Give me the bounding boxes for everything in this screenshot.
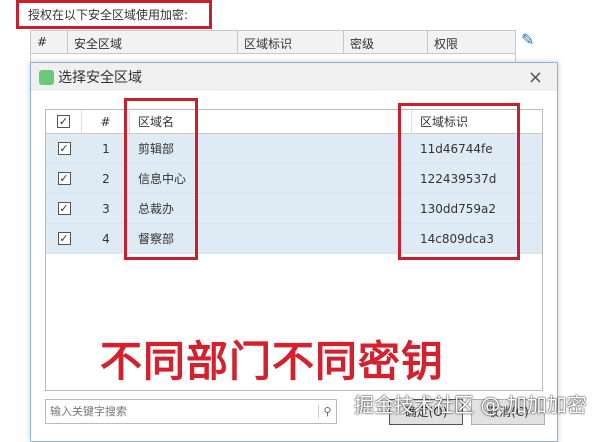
search-icon[interactable]: ⚲ [318, 405, 336, 418]
col-header: # [31, 31, 68, 53]
row-checkbox[interactable]: ✓ [57, 172, 71, 185]
select-all-checkbox[interactable]: ✓ [57, 115, 70, 128]
row-checkbox[interactable]: ✓ [57, 142, 71, 155]
col-header: 权限 [434, 37, 459, 51]
dialog-title: 选择安全区域 [58, 70, 142, 86]
row-num: 4 [102, 231, 110, 246]
row-num: 2 [102, 171, 110, 186]
col-header: 区域标识 [238, 31, 344, 53]
row-checkbox[interactable]: ✓ [57, 202, 71, 215]
close-icon[interactable]: × [528, 67, 543, 88]
watermark: 掘金技术社区 @ 加加加密 [354, 393, 587, 417]
overlay-caption: 不同部门不同密钥 [100, 337, 445, 386]
row-num: 1 [102, 141, 110, 156]
col-header-num: # [82, 110, 130, 133]
zone-name-highlight [124, 98, 198, 260]
col-header: 密级 [344, 31, 428, 53]
row-checkbox[interactable]: ✓ [57, 232, 71, 245]
zone-id-highlight [398, 103, 520, 260]
app-icon [39, 69, 54, 85]
edit-pencil-icon[interactable]: ✎ [521, 30, 534, 49]
label-highlight [16, 0, 212, 29]
row-num: 3 [102, 201, 110, 216]
search-box[interactable]: ⚲ [45, 399, 337, 424]
search-input[interactable] [46, 405, 318, 418]
col-header: 安全区域 [68, 31, 238, 53]
dialog-titlebar: 选择安全区域 × [31, 63, 557, 91]
